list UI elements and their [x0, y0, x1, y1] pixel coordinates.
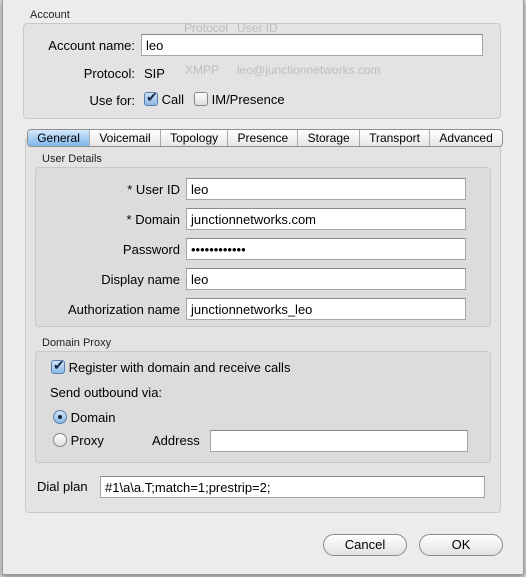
- call-checkbox[interactable]: Call: [144, 89, 185, 107]
- use-for-label: Use for:: [89, 93, 135, 108]
- domain-input[interactable]: junctionnetworks.com: [186, 208, 466, 230]
- bg-user: leo@junctionnetworks.com: [237, 63, 381, 77]
- password-input[interactable]: ••••••••••••: [186, 238, 466, 260]
- checkbox-unchecked-icon: [194, 92, 208, 106]
- im-presence-label: IM/Presence: [211, 92, 285, 107]
- account-section-title: Account: [30, 9, 70, 21]
- ok-button[interactable]: OK: [419, 534, 503, 556]
- display-name-input[interactable]: leo: [186, 268, 466, 290]
- register-label: Register with domain and receive calls: [68, 360, 291, 375]
- account-name-input[interactable]: leo: [141, 34, 483, 56]
- send-outbound-label: Send outbound via:: [50, 385, 163, 400]
- address-label: Address: [152, 433, 200, 448]
- user-details-title: User Details: [42, 153, 102, 165]
- user-id-input[interactable]: leo: [186, 178, 466, 200]
- protocol-value: SIP: [144, 66, 165, 81]
- domain-label: * Domain: [126, 212, 180, 227]
- account-name-label: Account name:: [48, 38, 135, 53]
- authorization-name-input[interactable]: junctionnetworks_leo: [186, 298, 466, 320]
- cancel-button[interactable]: Cancel: [323, 534, 407, 556]
- register-checkbox[interactable]: Register with domain and receive calls: [51, 357, 291, 375]
- authorization-name-label: Authorization name: [67, 302, 180, 317]
- address-input[interactable]: [210, 430, 468, 452]
- dial-plan-input[interactable]: #1\a\a.T;match=1;prestrip=2;: [100, 476, 485, 498]
- tab-bar: General Voicemail Topology Presence Stor…: [27, 129, 503, 147]
- tab-transport[interactable]: Transport: [358, 130, 429, 146]
- tab-general[interactable]: General: [28, 130, 90, 146]
- checkbox-checked-icon: [51, 357, 65, 374]
- tab-voicemail[interactable]: Voicemail: [89, 130, 160, 146]
- tab-storage[interactable]: Storage: [297, 130, 358, 146]
- radio-unselected-icon: [53, 433, 67, 447]
- proxy-radio[interactable]: Proxy: [53, 433, 104, 448]
- user-id-label: * User ID: [127, 182, 180, 197]
- dial-plan-label: Dial plan: [37, 479, 88, 494]
- account-settings-sheet: Account Protocol User ID XMPP leo@juncti…: [2, 0, 524, 575]
- protocol-label: Protocol:: [83, 66, 135, 81]
- tab-topology[interactable]: Topology: [159, 130, 227, 146]
- domain-proxy-title: Domain Proxy: [42, 337, 112, 349]
- tab-presence[interactable]: Presence: [227, 130, 297, 146]
- checkbox-checked-icon: [144, 89, 158, 106]
- domain-radio-label: Domain: [70, 410, 116, 425]
- call-label: Call: [161, 92, 185, 107]
- password-label: Password: [122, 242, 180, 257]
- display-name-label: Display name: [101, 272, 180, 287]
- bg-protocol: XMPP: [185, 63, 220, 77]
- im-presence-checkbox[interactable]: IM/Presence: [194, 92, 285, 107]
- radio-selected-icon: [53, 410, 67, 424]
- proxy-radio-label: Proxy: [70, 433, 104, 448]
- tab-advanced[interactable]: Advanced: [429, 130, 502, 146]
- domain-radio[interactable]: Domain: [53, 410, 115, 425]
